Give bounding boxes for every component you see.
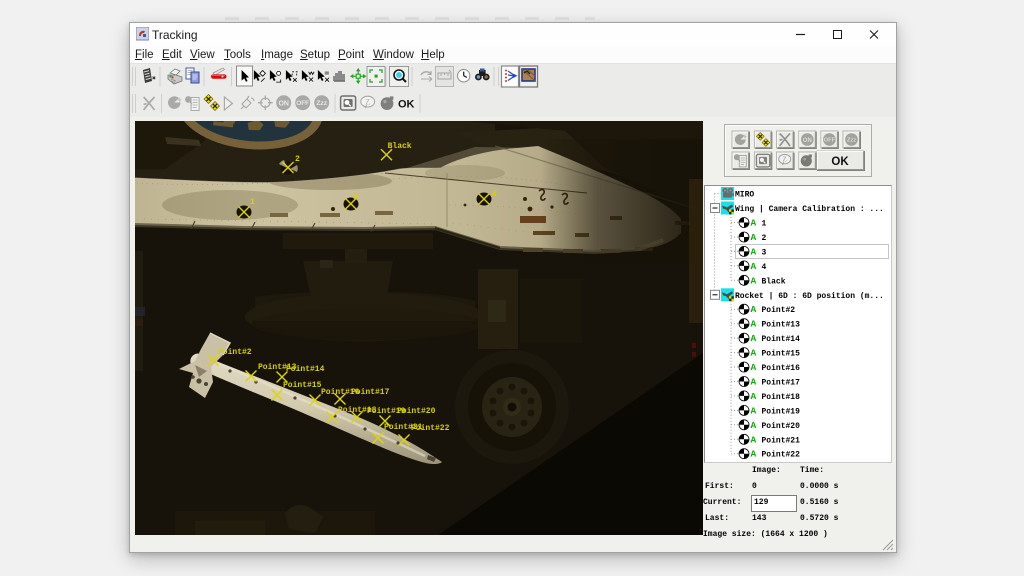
svg-text:Point#15: Point#15 (762, 350, 801, 359)
svg-text:1: 1 (762, 220, 767, 229)
svg-text:A: A (751, 319, 757, 330)
svg-text:4: 4 (762, 263, 767, 272)
svg-text:Wing | Camera Calibration : ..: Wing | Camera Calibration : ... (735, 205, 884, 214)
svg-text:Point#18: Point#18 (762, 393, 801, 402)
svg-text:1: 1 (250, 198, 255, 207)
svg-text:2: 2 (295, 155, 300, 164)
svg-text:OFF: OFF (824, 138, 836, 144)
svg-text:A: A (751, 261, 757, 272)
svg-text:2: 2 (762, 234, 767, 243)
svg-text:OK: OK (831, 156, 849, 168)
svg-text:Point#13: Point#13 (762, 321, 801, 330)
svg-text:A: A (751, 377, 757, 388)
svg-text:ON: ON (803, 138, 812, 144)
svg-text:A: A (751, 218, 757, 229)
svg-text:Point#2: Point#2 (762, 306, 796, 315)
svg-text:Rocket | 6D : 6D position (m..: Rocket | 6D : 6D position (m... (735, 292, 884, 301)
svg-text:A: A (751, 246, 757, 257)
svg-text:Point#20: Point#20 (397, 407, 436, 416)
svg-text:Point#15: Point#15 (283, 381, 322, 390)
svg-text:A: A (751, 232, 757, 243)
svg-text:Point#14: Point#14 (762, 335, 801, 344)
svg-text:Z: Z (365, 97, 370, 106)
svg-text:Point#2: Point#2 (218, 348, 252, 357)
svg-text:3: 3 (353, 193, 358, 202)
svg-text:Point#17: Point#17 (351, 388, 390, 397)
svg-text:A: A (751, 348, 757, 359)
svg-text:A: A (751, 449, 757, 460)
svg-text:Point#22: Point#22 (762, 451, 801, 460)
svg-text:A: A (751, 405, 757, 416)
svg-text:Point#22: Point#22 (411, 424, 450, 433)
svg-text:Zzz: Zzz (316, 100, 327, 107)
svg-text:A: A (751, 362, 757, 373)
svg-text:A: A (751, 391, 757, 402)
svg-text:Point#16: Point#16 (762, 364, 801, 373)
svg-text:Point#14: Point#14 (286, 365, 325, 374)
svg-text:OK: OK (398, 98, 415, 110)
svg-text:A: A (751, 434, 757, 445)
svg-text:A: A (751, 420, 757, 431)
svg-text:A: A (751, 275, 757, 286)
svg-text:Black: Black (762, 277, 786, 286)
svg-text:Z: Z (783, 156, 787, 164)
svg-text:Black: Black (388, 142, 412, 151)
svg-text:A: A (751, 333, 757, 344)
svg-text:Zzz: Zzz (847, 138, 856, 144)
svg-text:OFF: OFF (296, 100, 309, 107)
svg-text:Point#19: Point#19 (762, 407, 801, 416)
svg-text:ON: ON (278, 100, 289, 107)
svg-text:Point#17: Point#17 (762, 379, 801, 388)
svg-text:MIRO: MIRO (735, 191, 754, 200)
svg-text:Point#21: Point#21 (762, 436, 801, 445)
svg-text:Point#20: Point#20 (762, 422, 801, 431)
svg-text:3: 3 (762, 248, 767, 257)
svg-text:A: A (751, 304, 757, 315)
svg-text:4: 4 (492, 190, 497, 199)
